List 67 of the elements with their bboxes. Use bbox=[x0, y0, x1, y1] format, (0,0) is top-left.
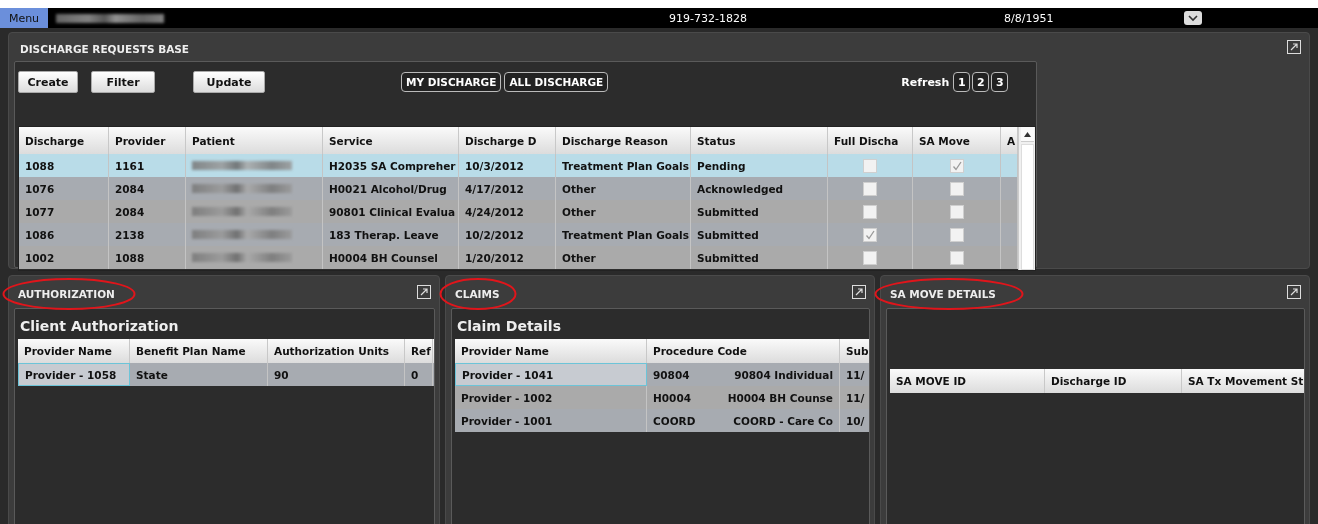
column-header[interactable]: SA Tx Movement St bbox=[1182, 369, 1304, 393]
birth-date: 8/8/1951 bbox=[1004, 11, 1055, 25]
table-row[interactable]: 1002 1088 H0004 BH Counsel 1/20/2012 Other Submitted bbox=[19, 246, 1018, 269]
table-cell: Other bbox=[556, 246, 691, 269]
checkbox[interactable] bbox=[949, 204, 964, 219]
filter-toggle-button[interactable]: MY DISCHARGE bbox=[401, 72, 502, 92]
expand-icon[interactable] bbox=[417, 285, 431, 299]
panel-title: AUTHORIZATION bbox=[18, 288, 115, 300]
table-cell: State bbox=[130, 363, 268, 386]
expand-icon[interactable] bbox=[852, 285, 866, 299]
toolbar-button[interactable]: Create bbox=[18, 71, 78, 93]
checkbox[interactable] bbox=[863, 204, 877, 219]
table-cell: Provider - 1058 bbox=[18, 363, 130, 386]
table-row[interactable]: 1076 2084 H0021 Alcohol/Drug 4/17/2012 Other Acknowledged bbox=[19, 177, 1018, 200]
dropdown-button[interactable] bbox=[1184, 11, 1202, 25]
table-cell: H0004 BH Counsel bbox=[323, 246, 459, 269]
toolbar-button[interactable]: Update bbox=[193, 71, 265, 93]
table-cell: 90804 bbox=[653, 368, 690, 381]
table-row[interactable]: Provider - 1002 H0004 H0004 BH Counse 11/ bbox=[455, 386, 869, 409]
phone-number: 919-732-1828 bbox=[669, 11, 748, 25]
table-row[interactable]: Provider - 1041 90804 90804 Individual 11/ bbox=[455, 363, 869, 386]
scroll-up-icon bbox=[1023, 131, 1031, 137]
table-cell: Submitted bbox=[691, 246, 828, 269]
table-cell: 90 bbox=[268, 363, 405, 386]
checkbox[interactable] bbox=[949, 250, 964, 265]
checkbox[interactable] bbox=[863, 158, 877, 173]
panel-title: SA MOVE DETAILS bbox=[890, 288, 996, 300]
table-cell: COORD bbox=[653, 414, 696, 427]
column-header[interactable]: SA MOVE ID bbox=[890, 369, 1045, 393]
refresh-button[interactable]: 3 bbox=[991, 72, 1009, 92]
refresh-button[interactable]: 2 bbox=[972, 72, 990, 92]
table-row[interactable]: 1086 2138 183 Therap. Leave 10/2/2012 Treatment Plan Goals Submitted bbox=[19, 223, 1018, 246]
table-cell: 1002 bbox=[19, 246, 109, 269]
table-row[interactable]: 1077 2084 90801 Clinical Evalua 4/24/2012 Other Submitted bbox=[19, 200, 1018, 223]
table-cell: 0 bbox=[405, 363, 433, 386]
column-header[interactable]: Discharge ID bbox=[1045, 369, 1182, 393]
grid-title: Client Authorization bbox=[19, 317, 180, 336]
table-cell: Provider - 1001 bbox=[455, 409, 647, 432]
menu-button[interactable]: Menu bbox=[0, 8, 48, 28]
checkbox[interactable] bbox=[863, 227, 877, 242]
table-cell: Provider - 1041 bbox=[455, 363, 647, 386]
table-row[interactable]: 1088 1161 H2035 SA Compreher 10/3/2012 Treatment Plan Goals Pending bbox=[19, 154, 1018, 177]
table-cell: 90804 Individual bbox=[734, 368, 833, 381]
scrollbar[interactable] bbox=[1018, 127, 1035, 270]
checkbox[interactable] bbox=[863, 181, 877, 196]
table-cell: H0004 bbox=[653, 391, 691, 404]
table-cell: 1088 bbox=[109, 246, 186, 269]
refresh-label: Refresh bbox=[901, 75, 950, 89]
filter-toggle-button[interactable]: ALL DISCHARGE bbox=[504, 72, 609, 92]
checkbox[interactable] bbox=[949, 227, 964, 242]
refresh-button[interactable]: 1 bbox=[953, 72, 971, 92]
checkbox[interactable] bbox=[949, 181, 964, 196]
chevron-down-icon bbox=[1188, 14, 1198, 22]
table-cell: 10/ bbox=[840, 409, 869, 432]
toolbar-button[interactable]: Filter bbox=[91, 71, 155, 93]
checkbox[interactable] bbox=[863, 250, 877, 265]
table-cell: H0004 BH Counse bbox=[727, 391, 833, 404]
table-row[interactable]: Provider - 1001 COORD COORD - Care Co 10/ bbox=[455, 409, 869, 432]
checkbox[interactable] bbox=[949, 158, 964, 173]
expand-icon[interactable] bbox=[1287, 285, 1301, 299]
panel-title: CLAIMS bbox=[455, 288, 500, 300]
expand-icon[interactable] bbox=[1287, 40, 1301, 54]
panel-title: DISCHARGE REQUESTS BASE bbox=[20, 43, 190, 55]
table-cell: COORD - Care Co bbox=[733, 414, 833, 427]
table-cell: 1/20/2012 bbox=[459, 246, 556, 269]
table-row[interactable]: Provider - 1058 State 90 0 bbox=[18, 363, 434, 386]
grid-title: Claim Details bbox=[456, 317, 562, 336]
